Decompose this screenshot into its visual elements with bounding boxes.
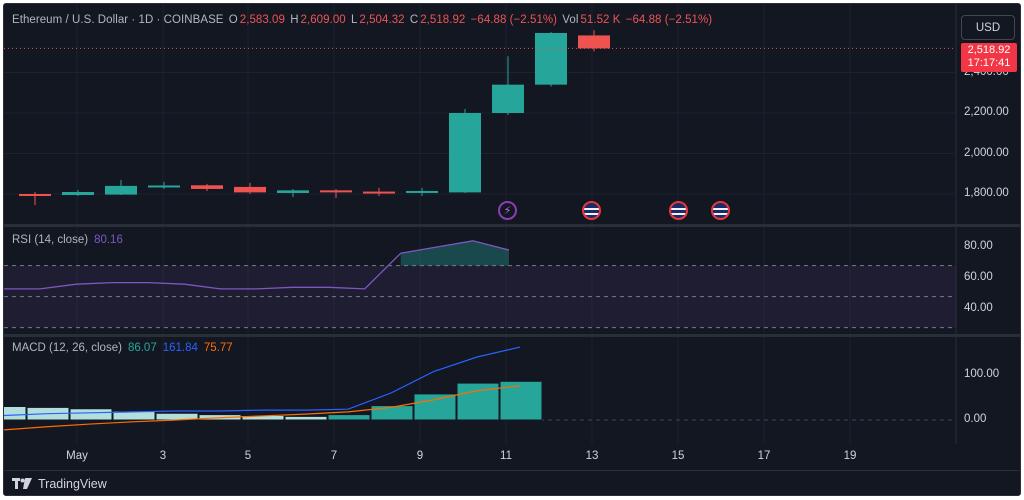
candle-body xyxy=(62,191,94,196)
time-axis-label: 13 xyxy=(585,450,599,462)
candle-body xyxy=(19,194,51,196)
time-axis-label: 9 xyxy=(416,450,424,462)
close-value: 2,518.92 xyxy=(420,14,466,26)
candle-body xyxy=(191,185,223,189)
crypto-event-icon[interactable]: ⚡ xyxy=(498,201,517,220)
rsi-axis-label: 40.00 xyxy=(964,302,993,314)
time-axis-label: 3 xyxy=(159,450,167,462)
us-flag-event-icon[interactable] xyxy=(669,201,688,220)
rsi-axis-label: 60.00 xyxy=(964,271,993,283)
time-axis-label: 15 xyxy=(671,450,685,462)
rsi-legend: RSI (14, close) 80.16 xyxy=(12,234,123,246)
price-axis-label: 1,800.00 xyxy=(964,187,1009,199)
candle-body xyxy=(492,84,524,113)
footer-bar: TradingView xyxy=(4,470,1020,495)
change-value: −64.88 (−2.51%) xyxy=(470,14,558,26)
candle-body xyxy=(578,35,610,49)
symbol-legend: Ethereum / U.S. Dollar · 1D · COINBASE O… xyxy=(12,14,713,26)
macd-histogram-value: 86.07 xyxy=(127,342,157,354)
candle-body xyxy=(277,190,309,193)
candle-body xyxy=(234,186,266,193)
macd-histogram-bar xyxy=(284,415,328,421)
high-value: 2,609.00 xyxy=(300,14,346,26)
macd-signal-value: 75.77 xyxy=(203,342,233,354)
macd-histogram-bar xyxy=(4,406,27,421)
rsi-value: 80.16 xyxy=(94,234,123,246)
macd-line-value: 161.84 xyxy=(162,342,198,354)
volume-change: −64.88 (−2.51%) xyxy=(625,14,713,26)
last-price-tag: 2,518.92 17:17:41 xyxy=(961,43,1017,72)
time-axis-label: May xyxy=(66,450,88,462)
price-pane[interactable] xyxy=(4,4,1021,224)
candle-body xyxy=(406,190,438,193)
bar-countdown: 17:17:41 xyxy=(967,57,1011,69)
rsi-pane[interactable] xyxy=(4,227,1021,334)
macd-histogram-bar xyxy=(69,408,113,421)
candle-body xyxy=(320,190,352,193)
price-axis-label: 2,000.00 xyxy=(964,147,1009,159)
us-flag-event-icon[interactable] xyxy=(582,201,601,220)
time-axis-label: 7 xyxy=(330,450,338,462)
brand-name: TradingView xyxy=(38,477,107,491)
tradingview-logo[interactable]: TradingView xyxy=(12,477,107,491)
candle-body xyxy=(148,185,180,188)
low-value: 2,504.32 xyxy=(359,14,405,26)
candle-body xyxy=(105,185,137,195)
macd-histogram-bar xyxy=(327,414,371,421)
macd-title[interactable]: MACD (12, 26, close) xyxy=(12,342,122,354)
price-axis-label: 2,200.00 xyxy=(964,106,1009,118)
time-axis-label: 5 xyxy=(244,450,252,462)
chart-window: Ethereum / U.S. Dollar · 1D · COINBASE O… xyxy=(3,3,1021,496)
time-axis-label: 19 xyxy=(843,450,857,462)
rsi-title[interactable]: RSI (14, close) xyxy=(12,234,88,246)
time-axis-label: 11 xyxy=(500,450,512,462)
macd-legend: MACD (12, 26, close) 86.07 161.84 75.77 xyxy=(12,342,233,354)
macd-axis-label: 100.00 xyxy=(964,368,1000,380)
us-flag-event-icon[interactable] xyxy=(711,201,730,220)
macd-histogram-bar xyxy=(413,393,457,421)
currency-button[interactable]: USD xyxy=(961,15,1015,40)
candle-body xyxy=(449,113,481,193)
last-price: 2,518.92 xyxy=(967,44,1011,56)
rsi-axis-label: 80.00 xyxy=(964,240,993,252)
candle-body xyxy=(535,33,567,85)
volume-value: 51.52 K xyxy=(580,14,621,26)
symbol-title[interactable]: Ethereum / U.S. Dollar · 1D · COINBASE xyxy=(12,14,224,26)
open-value: 2,583.09 xyxy=(239,14,285,26)
tradingview-logo-icon xyxy=(12,478,32,489)
macd-axis-label: 0.00 xyxy=(964,413,987,425)
candle-body xyxy=(363,191,395,194)
time-axis-label: 17 xyxy=(757,450,771,462)
